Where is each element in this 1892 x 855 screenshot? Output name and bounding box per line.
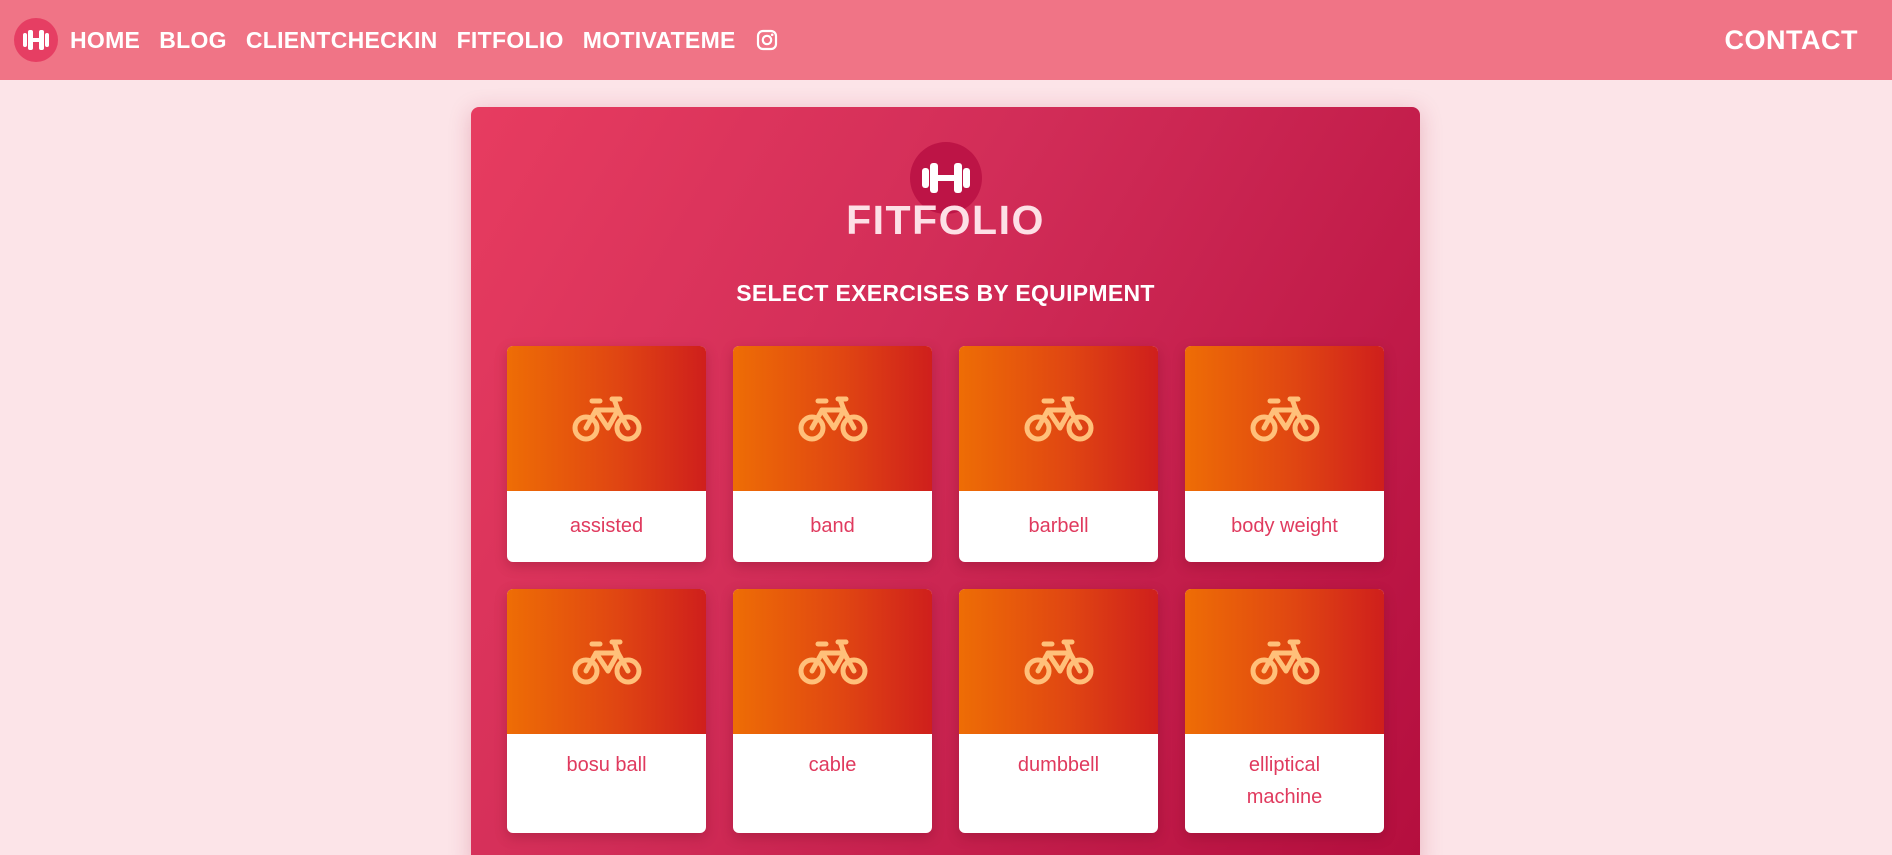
card-image bbox=[959, 346, 1158, 491]
card-label: dumbbell bbox=[1017, 754, 1100, 776]
equipment-card-band[interactable]: band bbox=[733, 346, 932, 562]
bicycle-icon bbox=[798, 396, 867, 441]
nav-logo[interactable] bbox=[14, 18, 58, 62]
bicycle-icon bbox=[572, 639, 641, 684]
equipment-card-barbell[interactable]: barbell bbox=[959, 346, 1158, 562]
instagram-link[interactable] bbox=[756, 29, 778, 51]
equipment-grid: assisted band barbell body weight bosu b… bbox=[507, 346, 1384, 833]
card-label: cable bbox=[808, 754, 857, 776]
nav-link-motivateme[interactable]: MOTIVATEME bbox=[583, 27, 736, 54]
equipment-card-body-weight[interactable]: body weight bbox=[1185, 346, 1384, 562]
top-navbar: HOME BLOG CLIENTCHECKIN FITFOLIO MOTIVAT… bbox=[0, 0, 1892, 80]
equipment-card-assisted[interactable]: assisted bbox=[507, 346, 706, 562]
card-image bbox=[1185, 589, 1384, 734]
card-image bbox=[507, 346, 706, 491]
nav-link-contact[interactable]: CONTACT bbox=[1725, 25, 1858, 56]
card-label: band bbox=[810, 515, 855, 537]
card-image bbox=[733, 346, 932, 491]
card-image bbox=[1185, 346, 1384, 491]
brand-title: FITFOLIO bbox=[846, 197, 1045, 243]
bicycle-icon bbox=[1024, 396, 1093, 441]
card-label: elliptical machine bbox=[1246, 754, 1323, 808]
equipment-card-elliptical-machine[interactable]: elliptical machine bbox=[1185, 589, 1384, 833]
bicycle-icon bbox=[798, 639, 867, 684]
section-subtitle: SELECT EXERCISES BY EQUIPMENT bbox=[736, 280, 1155, 306]
equipment-card-dumbbell[interactable]: dumbbell bbox=[959, 589, 1158, 833]
card-label: assisted bbox=[569, 515, 644, 537]
bicycle-icon bbox=[572, 396, 641, 441]
bicycle-icon bbox=[1250, 639, 1319, 684]
card-image bbox=[733, 589, 932, 734]
card-label: barbell bbox=[1028, 515, 1089, 537]
card-image bbox=[959, 589, 1158, 734]
fitfolio-panel: FITFOLIO SELECT EXERCISES BY EQUIPMENT a… bbox=[471, 107, 1420, 855]
nav-links: HOME BLOG CLIENTCHECKIN FITFOLIO MOTIVAT… bbox=[70, 27, 778, 54]
nav-link-home[interactable]: HOME bbox=[70, 27, 140, 54]
nav-link-blog[interactable]: BLOG bbox=[159, 27, 227, 54]
bicycle-icon bbox=[1024, 639, 1093, 684]
equipment-card-bosu-ball[interactable]: bosu ball bbox=[507, 589, 706, 833]
equipment-card-cable[interactable]: cable bbox=[733, 589, 932, 833]
card-label: bosu ball bbox=[566, 754, 647, 776]
nav-link-fitfolio[interactable]: FITFOLIO bbox=[457, 27, 564, 54]
bicycle-icon bbox=[1250, 396, 1319, 441]
nav-link-clientcheckin[interactable]: CLIENTCHECKIN bbox=[246, 27, 438, 54]
card-image bbox=[507, 589, 706, 734]
card-label: body weight bbox=[1231, 515, 1338, 537]
dumbbell-icon bbox=[922, 163, 970, 193]
dumbbell-icon bbox=[23, 30, 49, 50]
instagram-icon bbox=[756, 29, 777, 51]
